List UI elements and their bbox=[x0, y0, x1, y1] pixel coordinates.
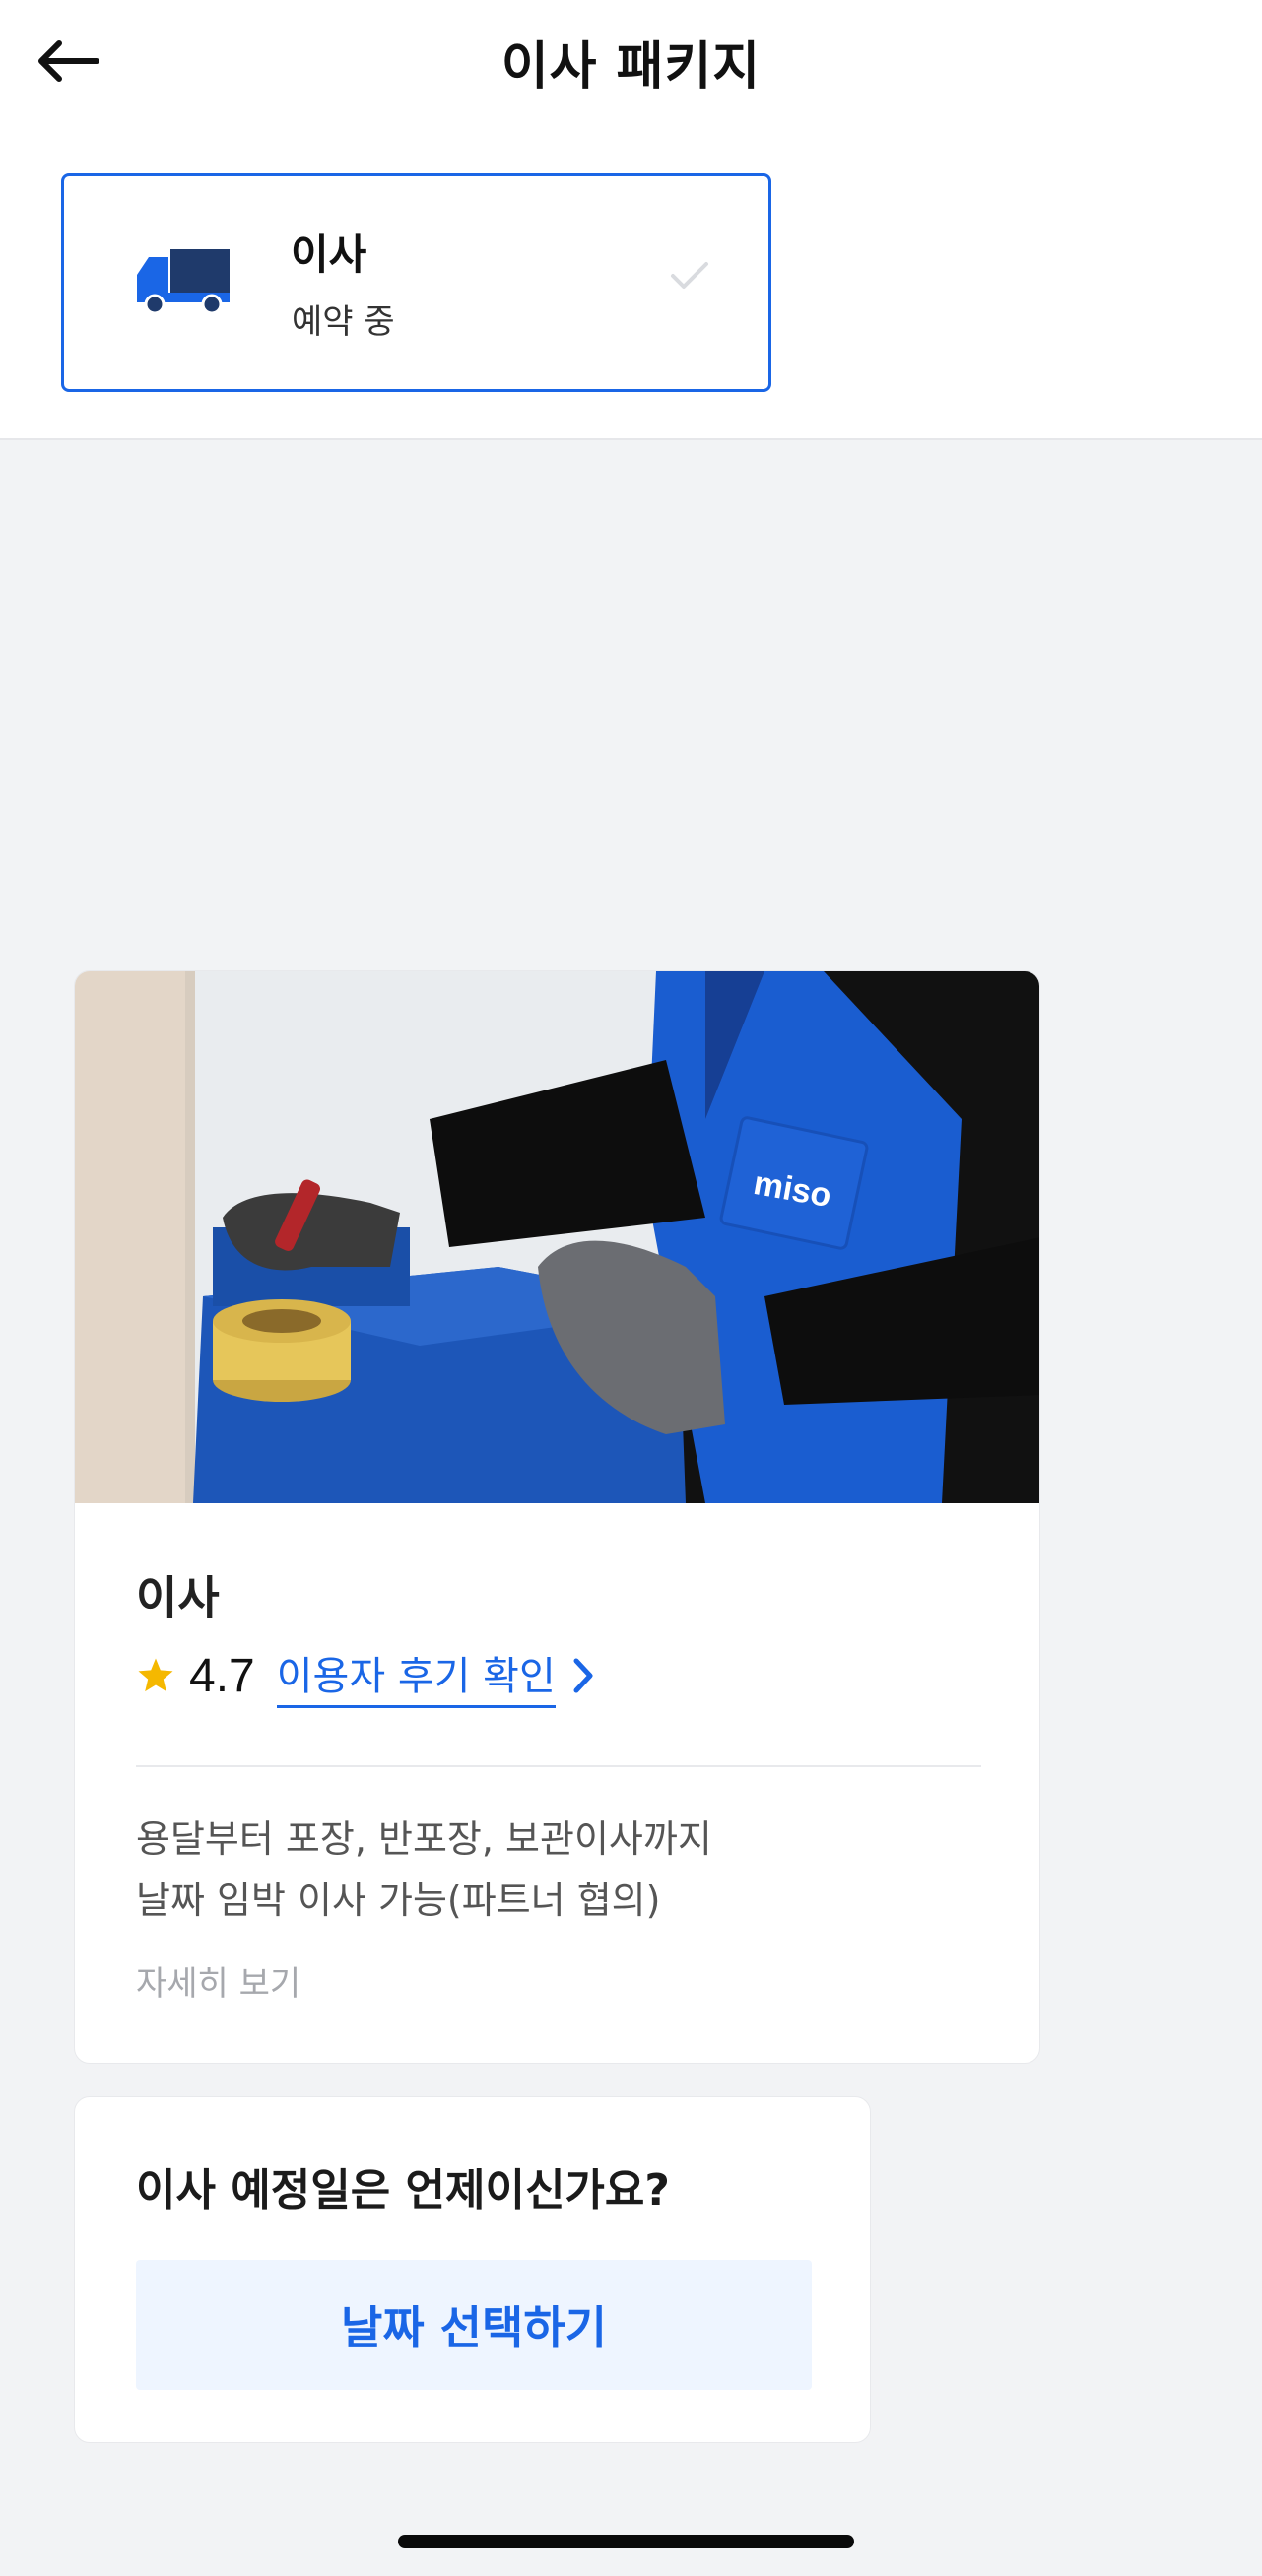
date-question: 이사 예정일은 언제이신가요? bbox=[136, 2165, 670, 2215]
rating-row: 4.7 이용자 후기 확인 bbox=[136, 1644, 595, 1708]
truck-icon bbox=[137, 249, 230, 315]
date-card: 이사 예정일은 언제이신가요? 날짜 선택하기 bbox=[74, 2096, 871, 2443]
package-description-line1: 용달부터 포장, 반포장, 보관이사까지 bbox=[136, 1817, 712, 1861]
package-photo: miso bbox=[75, 971, 1039, 1503]
service-name: 이사 bbox=[291, 231, 367, 279]
check-icon bbox=[671, 262, 708, 289]
chevron-right-icon[interactable] bbox=[571, 1657, 595, 1694]
service-status: 예약 중 bbox=[292, 302, 395, 342]
reviews-link[interactable]: 이용자 후기 확인 bbox=[276, 1644, 556, 1708]
package-description-line2: 날짜 임박 이사 가능(파트너 협의) bbox=[136, 1879, 661, 1922]
see-details-link[interactable]: 자세히 보기 bbox=[136, 1956, 300, 2005]
top-section: 이사 패키지 이사 예약 중 bbox=[0, 0, 1262, 440]
divider bbox=[136, 1765, 981, 1767]
star-icon bbox=[138, 1658, 173, 1692]
package-title: 이사 bbox=[136, 1571, 220, 1624]
rating-value: 4.7 bbox=[189, 1649, 255, 1702]
service-card-moving[interactable]: 이사 예약 중 bbox=[61, 173, 771, 392]
package-card[interactable]: miso 이사 4.7 이용자 후기 확인 용달부터 포장, 반포장, 보관이사… bbox=[74, 970, 1040, 2064]
page-title: 이사 패키지 bbox=[500, 36, 762, 97]
home-indicator[interactable] bbox=[398, 2535, 854, 2548]
select-date-button[interactable]: 날짜 선택하기 bbox=[136, 2260, 812, 2390]
